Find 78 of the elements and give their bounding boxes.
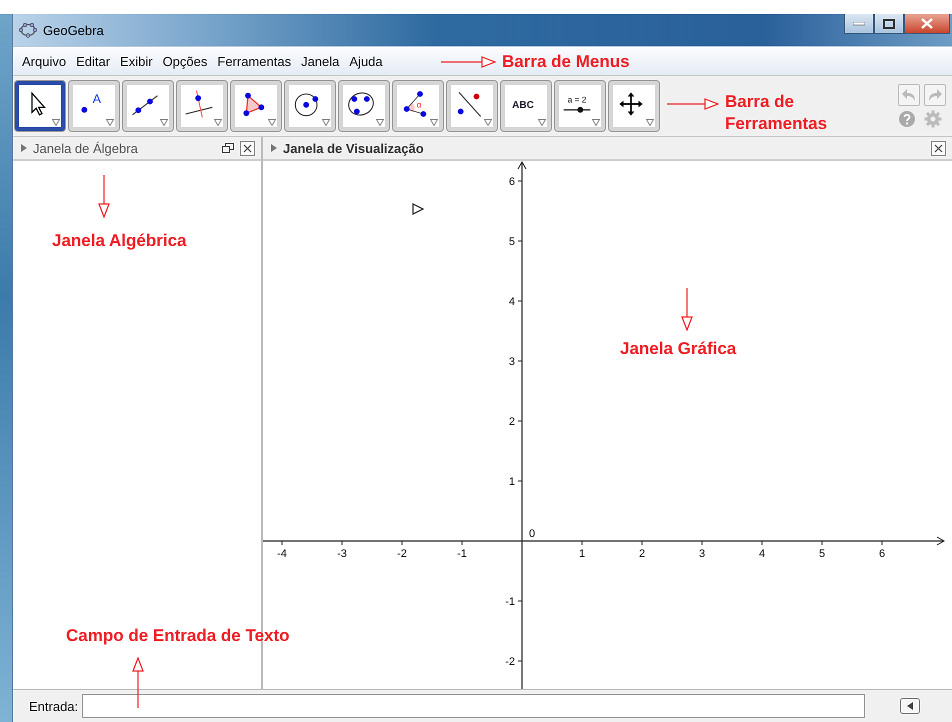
axis-label: 1 <box>508 476 515 488</box>
text-tool-icon: ABC <box>508 89 538 119</box>
app-logo-icon <box>19 22 37 38</box>
panel-title: Janela de Visualização <box>283 140 424 156</box>
close-icon <box>934 144 943 152</box>
menu-item[interactable]: Editar <box>71 54 116 68</box>
axis-label: -3 <box>337 548 347 560</box>
triangle-marker-icon <box>412 203 424 215</box>
tool-button[interactable]: A <box>69 81 119 131</box>
axis-label: 6 <box>508 176 515 188</box>
axis-label: 2 <box>508 416 515 428</box>
annotation-label: Barra de Menus <box>502 51 630 73</box>
axis-label: 4 <box>508 296 515 308</box>
maximize-icon <box>883 18 895 28</box>
input-field[interactable] <box>82 694 866 718</box>
axis-label: 5 <box>818 548 826 560</box>
close-button[interactable] <box>904 14 950 34</box>
menu-item[interactable]: Ajuda <box>344 54 388 68</box>
axis-label: -2 <box>397 548 407 560</box>
dropdown-triangle-icon <box>430 119 438 126</box>
input-help-button[interactable] <box>900 698 920 714</box>
annotation-arrow <box>680 288 694 331</box>
panel-title: Janela de Álgebra <box>33 140 138 156</box>
close-icon <box>921 18 933 29</box>
redo-icon <box>927 88 943 102</box>
axis-label: -1 <box>505 596 515 608</box>
dropdown-triangle-icon <box>646 119 654 126</box>
annotation-label: Barra de Ferramentas <box>725 91 828 135</box>
collapse-triangle-icon <box>21 144 27 152</box>
dropdown-triangle-icon <box>160 119 168 126</box>
annotation-arrow <box>667 97 719 111</box>
axis-label: 4 <box>758 548 766 560</box>
tool-button[interactable]: α <box>393 81 443 131</box>
tool-button[interactable]: a = 2 <box>555 81 605 131</box>
minimize-button[interactable] <box>844 14 874 34</box>
axis-label: 2 <box>638 548 646 560</box>
annotation-arrow <box>441 55 496 69</box>
dropdown-triangle-icon <box>214 119 222 126</box>
dropdown-triangle-icon <box>592 119 600 126</box>
menu-item[interactable]: Ferramentas <box>212 54 296 68</box>
dropdown-triangle-icon <box>322 119 330 126</box>
close-panel-button[interactable] <box>240 140 255 156</box>
menu-item[interactable]: Janela <box>296 54 344 68</box>
annotation-label: Janela Gráfica <box>620 338 736 360</box>
axis-label: -1 <box>457 548 467 560</box>
axis-label: 0 <box>528 528 536 540</box>
dropdown-triangle-icon <box>268 119 276 126</box>
close-icon <box>243 144 252 152</box>
undo-icon <box>901 88 917 102</box>
dropdown-triangle-icon <box>52 119 60 126</box>
annotation-label: Campo de Entrada de Texto <box>66 625 290 647</box>
collapse-triangle-icon <box>271 144 277 152</box>
menu-item[interactable]: Arquivo <box>17 54 72 68</box>
dropdown-triangle-icon <box>484 119 492 126</box>
axis-label: -2 <box>505 656 515 668</box>
tool-button[interactable] <box>15 81 65 131</box>
input-label: Entrada: <box>29 698 78 714</box>
axis-label: 5 <box>508 236 515 248</box>
perpendicular-line-icon <box>184 89 214 119</box>
left-triangle-icon <box>906 702 914 710</box>
maximize-button[interactable] <box>874 14 904 34</box>
axis-label: 1 <box>578 548 586 560</box>
axis-label: -4 <box>277 548 287 560</box>
menu-item[interactable]: Opções <box>158 54 212 68</box>
undock-icon[interactable] <box>222 143 234 153</box>
annotation-arrow <box>97 175 111 218</box>
tool-button[interactable]: ABC <box>501 81 551 131</box>
close-panel-button[interactable] <box>931 140 946 156</box>
annotation-label: Janela Algébrica <box>52 230 186 252</box>
window-title: GeoGebra <box>43 22 104 38</box>
axis-label: 3 <box>698 548 706 560</box>
dropdown-triangle-icon <box>376 119 384 126</box>
axis-label: 3 <box>508 356 515 368</box>
dropdown-triangle-icon <box>538 119 546 126</box>
dropdown-triangle-icon <box>106 119 114 126</box>
menu-item[interactable]: Exibir <box>115 54 158 68</box>
axis-label: 6 <box>878 548 886 560</box>
minimize-icon <box>853 22 865 26</box>
